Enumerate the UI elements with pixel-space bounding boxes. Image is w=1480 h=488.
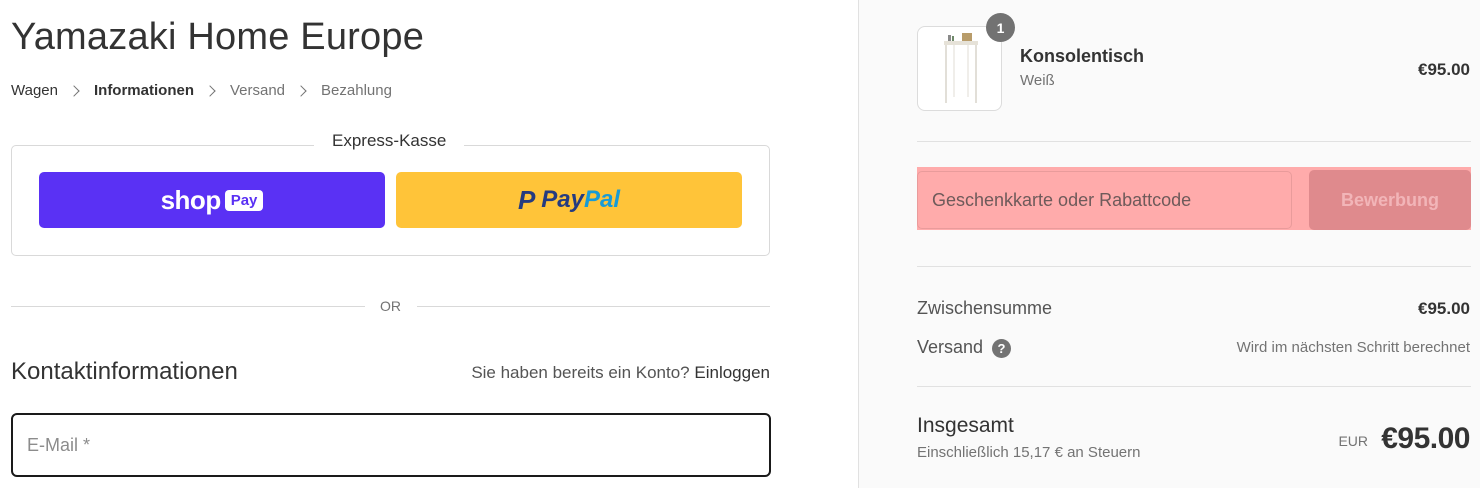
login-prompt: Sie haben bereits ein Konto? Einloggen bbox=[471, 363, 770, 383]
shop-title[interactable]: Yamazaki Home Europe bbox=[11, 16, 424, 59]
subtotal-label: Zwischensumme bbox=[917, 298, 1053, 318]
product-variant: Weiß bbox=[1020, 72, 1055, 89]
shipping-label: Versand bbox=[917, 337, 984, 357]
chevron-right-icon bbox=[68, 84, 80, 97]
product-price: €95.00 bbox=[1418, 60, 1470, 79]
subtotal-value: €95.00 bbox=[1418, 299, 1470, 318]
product-thumbnail bbox=[917, 26, 1002, 111]
paypal-logo-pay: Pay bbox=[541, 186, 584, 213]
currency-code: EUR bbox=[1338, 433, 1368, 449]
question-circle-icon[interactable]: ? bbox=[992, 339, 1011, 358]
breadcrumb: Wagen Informationen Versand Bezahlung bbox=[11, 82, 392, 99]
shop-pay-logo-pay: Pay bbox=[224, 189, 264, 211]
chevron-right-icon bbox=[204, 84, 216, 97]
console-table-image bbox=[944, 33, 978, 103]
divider bbox=[917, 266, 1471, 267]
paypal-logo-pal: Pal bbox=[584, 186, 621, 213]
apply-discount-button[interactable]: Bewerbung bbox=[1309, 170, 1471, 230]
shipping-note: Wird im nächsten Schritt berechnet bbox=[1236, 339, 1470, 356]
order-summary: 1 Konsolentisch Weiß €95.00 Bewerbung Zw… bbox=[858, 0, 1480, 488]
express-checkout-title: Express-Kasse bbox=[314, 131, 465, 151]
shop-pay-logo-shop: shop bbox=[160, 184, 222, 215]
divider bbox=[917, 141, 1471, 142]
or-divider-label: OR bbox=[380, 298, 401, 314]
divider-right bbox=[417, 306, 770, 307]
product-name: Konsolentisch bbox=[1020, 46, 1145, 66]
paypal-button[interactable]: P Pay Pal bbox=[396, 172, 742, 228]
discount-form: Bewerbung bbox=[917, 167, 1471, 230]
breadcrumb-cart[interactable]: Wagen bbox=[11, 82, 58, 99]
discount-code-input[interactable] bbox=[917, 171, 1292, 229]
total-value: €95.00 bbox=[1381, 422, 1470, 455]
login-prompt-text: Sie haben bereits ein Konto? bbox=[471, 363, 690, 382]
breadcrumb-information: Informationen bbox=[93, 82, 194, 99]
login-link[interactable]: Einloggen bbox=[694, 363, 770, 382]
breadcrumb-shipping: Versand bbox=[229, 82, 286, 99]
total-label: Insgesamt bbox=[917, 414, 1014, 437]
divider-left bbox=[11, 306, 365, 307]
breadcrumb-payment: Bezahlung bbox=[321, 82, 392, 99]
tax-note: Einschließlich 15,17 € an Steuern bbox=[917, 444, 1141, 461]
quantity-badge: 1 bbox=[986, 13, 1015, 42]
shop-pay-button[interactable]: shop Pay bbox=[39, 172, 385, 228]
divider bbox=[917, 386, 1471, 387]
email-field[interactable] bbox=[11, 413, 771, 477]
checkout-main: Yamazaki Home Europe Wagen Informationen… bbox=[0, 0, 858, 488]
chevron-right-icon bbox=[295, 84, 307, 97]
paypal-icon: P bbox=[517, 184, 536, 215]
contact-section-title: Kontaktinformationen bbox=[11, 358, 238, 385]
